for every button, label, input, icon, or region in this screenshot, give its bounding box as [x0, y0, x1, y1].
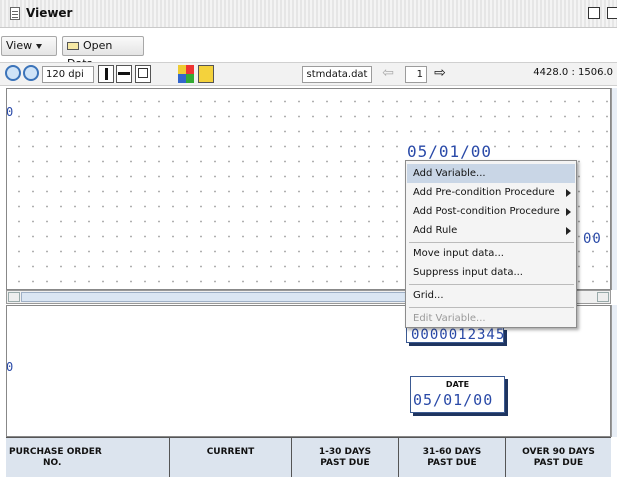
date-box-value: 05/01/00	[413, 391, 494, 409]
date-box-label: DATE	[445, 380, 470, 389]
account-number-box[interactable]: 0000012345	[406, 327, 504, 343]
scroll-right-icon[interactable]	[597, 292, 609, 302]
toolbar: 120 dpi stmdata.dat ⇦ 1 ⇨ 4428.0 : 1506.…	[0, 62, 617, 86]
column-line2: PAST DUE	[320, 458, 370, 468]
column-purchase-order: PURCHASE ORDER NO.	[6, 438, 169, 477]
column-line2: NO.	[43, 458, 62, 468]
next-page-icon[interactable]: ⇨	[430, 65, 450, 83]
zoom-out-icon[interactable]	[5, 65, 21, 81]
menu-item-move-input-data[interactable]: Move input data...	[407, 244, 575, 263]
scroll-left-icon[interactable]	[8, 292, 20, 302]
view-menu-label: View	[6, 39, 33, 52]
submenu-arrow-icon	[566, 208, 571, 216]
document-icon	[10, 7, 20, 20]
menu-separator	[409, 242, 574, 243]
column-line1: PURCHASE ORDER	[9, 447, 102, 457]
table-tool-icon[interactable]	[135, 65, 151, 83]
menu-item-label: Add Rule	[413, 225, 458, 236]
menu-item-add-pre-condition[interactable]: Add Pre-condition Procedure	[407, 183, 575, 202]
column-current: CURRENT	[169, 438, 291, 477]
menu-item-label: Grid...	[413, 290, 444, 301]
column-line2: PAST DUE	[427, 458, 477, 468]
column-over-90-days: OVER 90 DAYS PAST DUE	[505, 438, 611, 477]
left-edge-value: 0	[6, 105, 15, 119]
column-line2: PAST DUE	[533, 458, 584, 468]
vertical-scrollbar-upper[interactable]	[611, 88, 617, 290]
context-menu: Add Variable... Add Pre-condition Proced…	[405, 160, 577, 328]
page-number-field[interactable]: 1	[405, 66, 427, 83]
lower-left-edge-value: 0	[6, 360, 15, 374]
column-31-60-days: 31-60 DAYS PAST DUE	[398, 438, 505, 477]
menu-item-add-post-condition[interactable]: Add Post-condition Procedure	[407, 202, 575, 221]
data-file-field[interactable]: stmdata.dat	[302, 66, 372, 83]
menu-item-label: Suppress input data...	[413, 267, 523, 278]
date-box[interactable]: DATE 05/01/00	[410, 376, 505, 413]
partial-value: 00	[583, 231, 602, 247]
submenu-arrow-icon	[566, 189, 571, 197]
aging-table-header: PURCHASE ORDER NO. CURRENT 1-30 DAYS PAS…	[6, 437, 611, 477]
menu-item-label: Add Post-condition Procedure	[413, 206, 560, 217]
zoom-in-icon[interactable]	[23, 65, 39, 81]
menu-item-label: Add Variable...	[413, 168, 486, 179]
account-number-value: 0000012345	[411, 327, 506, 343]
vertical-scrollbar-lower[interactable]	[611, 305, 617, 437]
dpi-field[interactable]: 120 dpi	[42, 66, 94, 83]
view-menu-button[interactable]: View	[1, 36, 57, 56]
line-tool-icon[interactable]	[116, 65, 132, 83]
chevron-down-icon	[36, 43, 43, 49]
column-1-30-days: 1-30 DAYS PAST DUE	[291, 438, 398, 477]
column-line1: 1-30 DAYS	[318, 447, 372, 457]
close-window-button[interactable]	[607, 7, 617, 19]
date-field[interactable]: 05/01/00	[407, 142, 493, 162]
folder-open-icon	[67, 42, 79, 50]
column-line1: 31-60 DAYS	[422, 447, 482, 457]
menu-bar: View Open Data	[0, 34, 617, 70]
lock-icon[interactable]	[198, 65, 214, 83]
menu-item-add-variable[interactable]: Add Variable...	[407, 164, 575, 183]
menu-item-grid[interactable]: Grid...	[407, 286, 575, 305]
color-palette-icon[interactable]	[178, 65, 194, 83]
column-line1: OVER 90 DAYS	[522, 447, 595, 457]
menu-item-label: Add Pre-condition Procedure	[413, 187, 555, 198]
menu-item-suppress-input-data[interactable]: Suppress input data...	[407, 263, 575, 282]
restore-window-button[interactable]	[588, 7, 600, 19]
menu-item-add-rule[interactable]: Add Rule	[407, 221, 575, 240]
scroll-thumb[interactable]	[21, 292, 413, 302]
previous-page-icon[interactable]: ⇦	[378, 65, 398, 83]
coordinate-readout: 4428.0 : 1506.0	[533, 67, 613, 78]
menu-separator	[409, 307, 574, 308]
submenu-arrow-icon	[566, 227, 571, 235]
menu-item-label: Edit Variable...	[413, 313, 486, 324]
menu-item-label: Move input data...	[413, 248, 504, 259]
menu-separator	[409, 284, 574, 285]
window-title: Viewer	[26, 6, 73, 20]
column-line1: CURRENT	[206, 447, 255, 457]
title-bar: Viewer	[0, 0, 617, 28]
open-data-button[interactable]: Open Data	[62, 36, 144, 70]
text-tool-icon[interactable]	[98, 65, 114, 83]
menu-item-edit-variable: Edit Variable...	[407, 309, 575, 328]
